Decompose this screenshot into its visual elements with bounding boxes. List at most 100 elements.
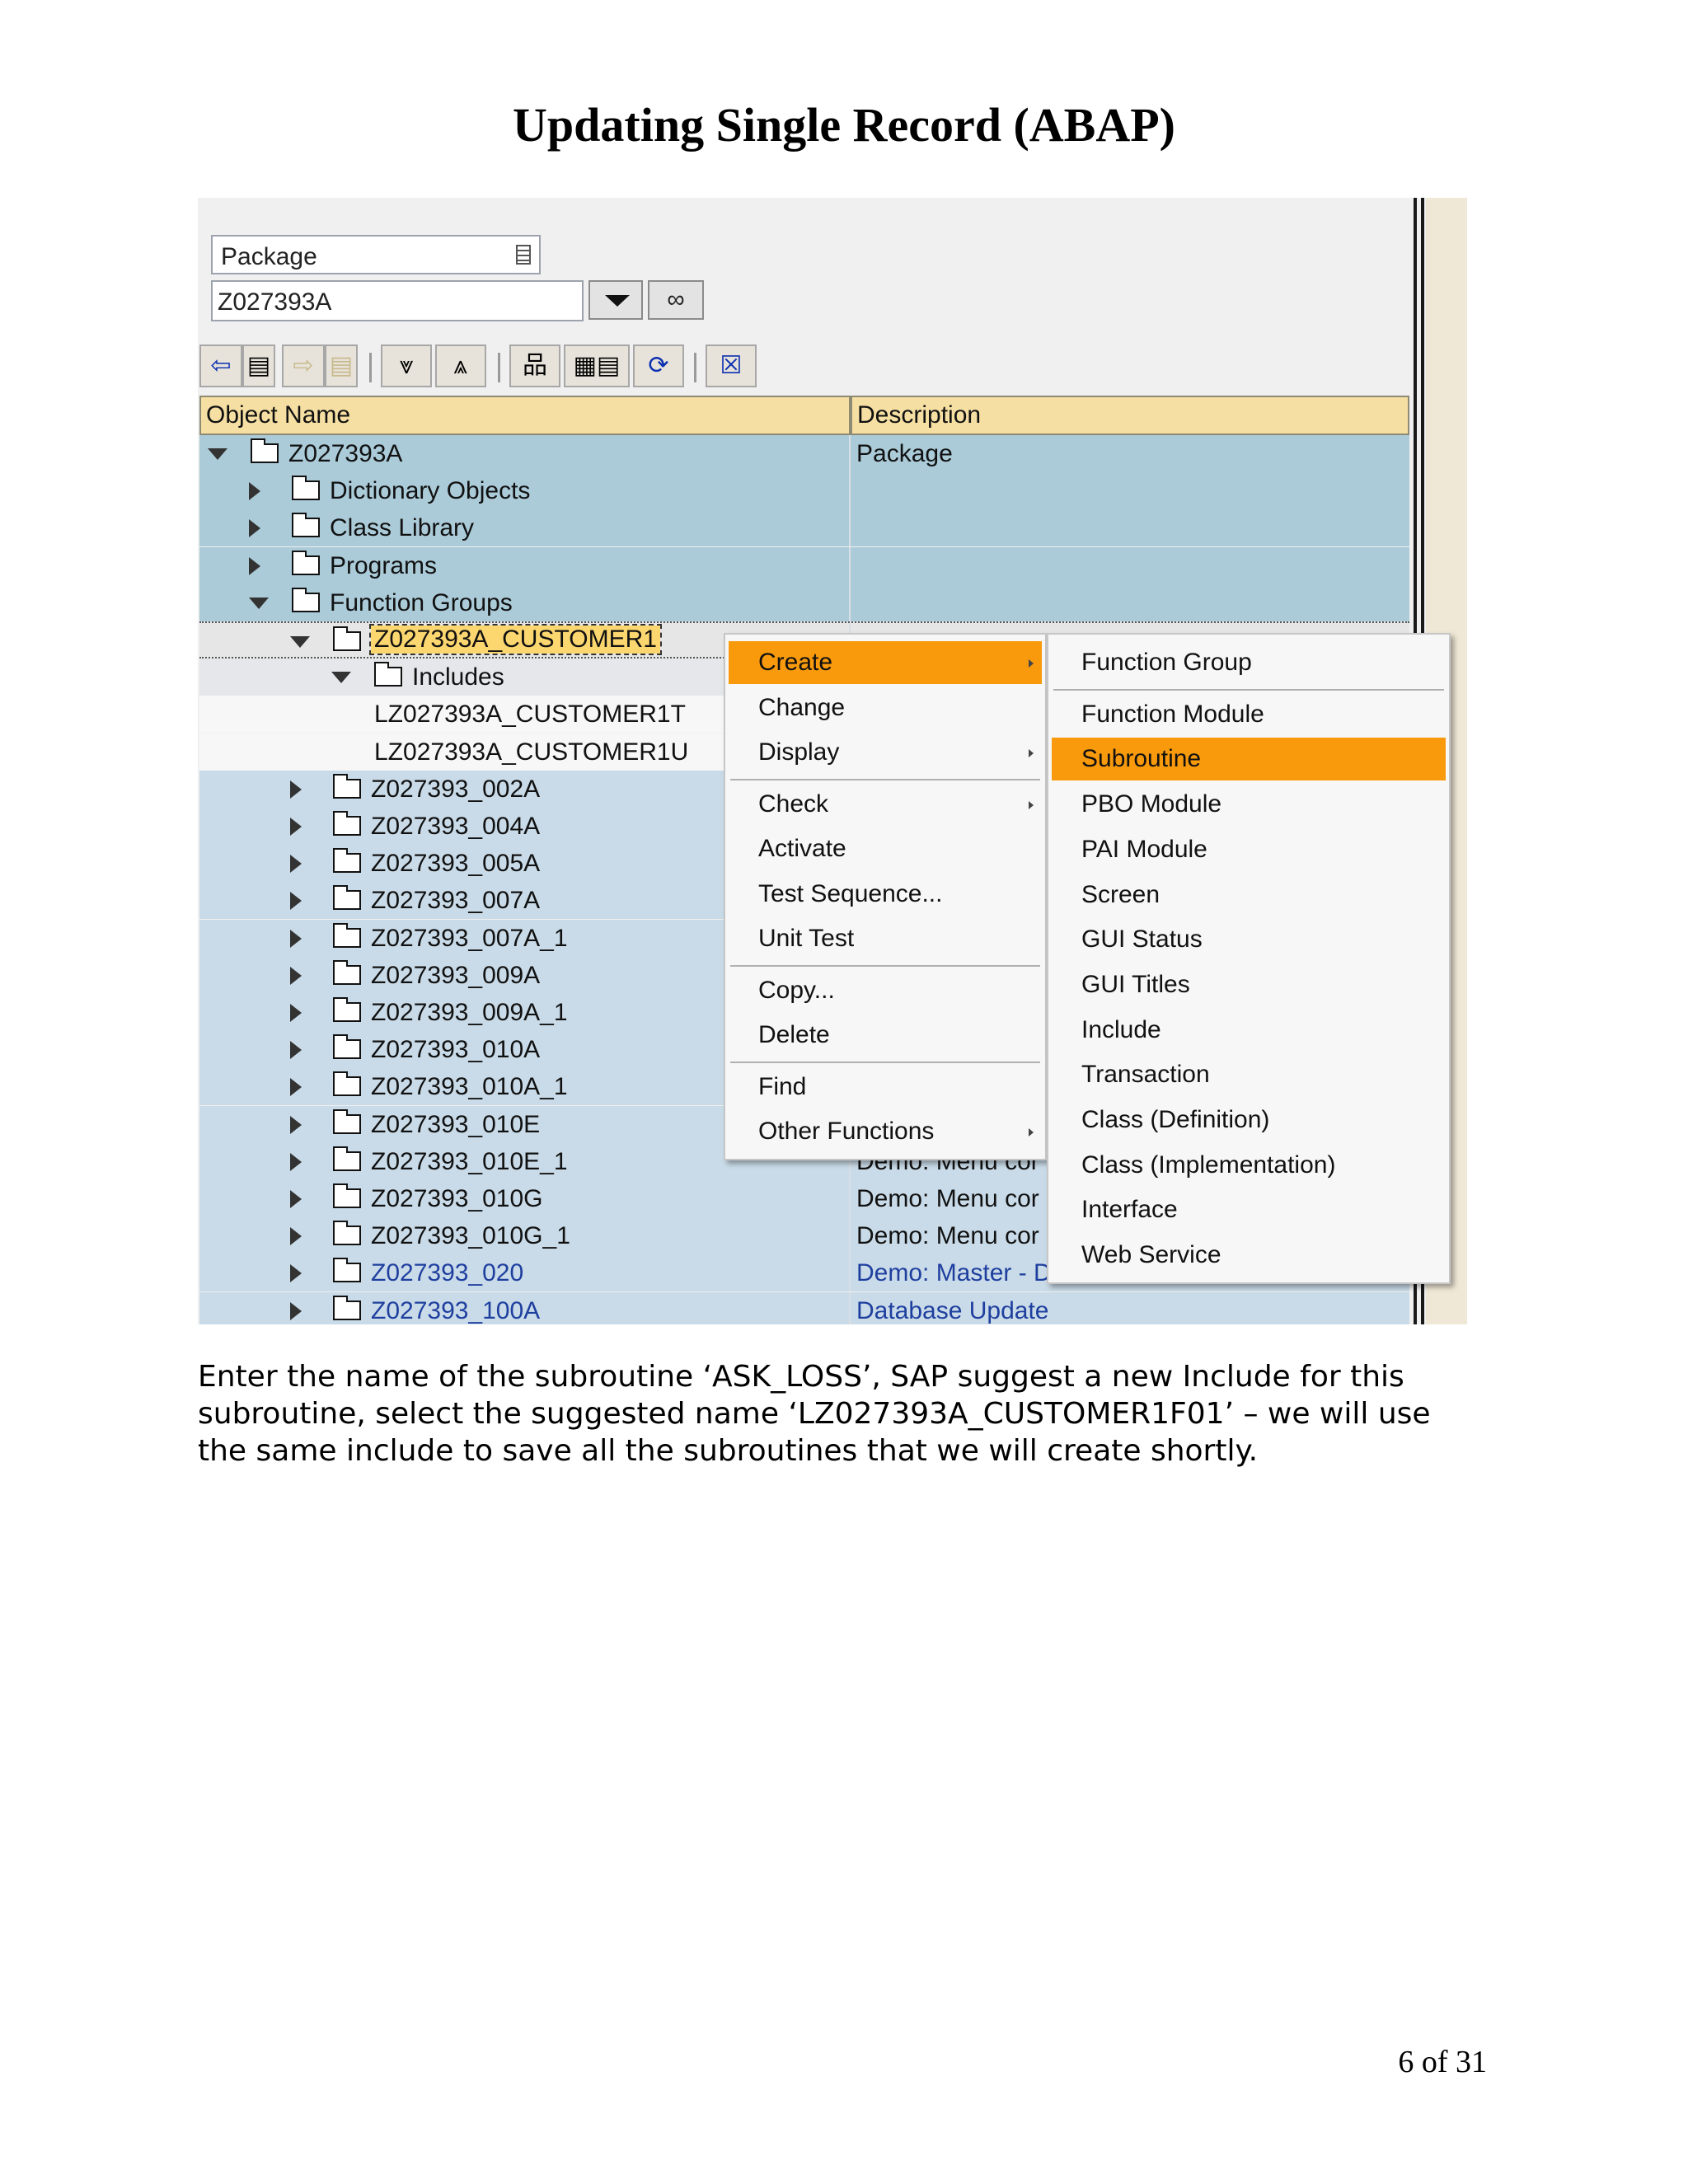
tree-row[interactable]: Z027393A Package: [199, 435, 1409, 472]
collapsed-node-icon[interactable]: [290, 855, 302, 874]
menu-item-delete[interactable]: Delete: [729, 1014, 1042, 1057]
tree-node-label[interactable]: Z027393_020: [371, 1259, 523, 1287]
collapsed-node-icon[interactable]: [290, 966, 302, 985]
tree-node-label[interactable]: Z027393_010G: [371, 1185, 543, 1213]
menu-item-gui-status[interactable]: GUI Status: [1052, 918, 1446, 961]
folder-icon: [333, 1108, 361, 1134]
column-header-object-name[interactable]: Object Name: [199, 396, 851, 435]
menu-item-function-group[interactable]: Function Group: [1052, 641, 1446, 684]
menu-item-function-module[interactable]: Function Module: [1052, 693, 1446, 736]
tree-node-label[interactable]: Z027393_005A: [371, 850, 540, 878]
menu-item-activate[interactable]: Activate: [729, 827, 1042, 870]
menu-item-unit-test[interactable]: Unit Test: [729, 917, 1042, 960]
tree-node-label[interactable]: Z027393_002A: [371, 776, 540, 804]
collapsed-node-icon[interactable]: [290, 818, 302, 836]
close-icon[interactable]: ☒: [706, 344, 757, 387]
display-glasses-button[interactable]: ∞: [648, 280, 704, 320]
tree-row[interactable]: Function Groups: [199, 583, 1409, 621]
submenu-arrow-icon: [1029, 1128, 1034, 1137]
tree-node-description: Package: [856, 440, 953, 467]
tree-node-label[interactable]: Z027393_009A: [371, 962, 540, 990]
collapsed-node-icon[interactable]: [290, 1190, 302, 1208]
folder-icon: [333, 1183, 361, 1208]
collapsed-node-icon[interactable]: [290, 1227, 302, 1246]
tree-node-label[interactable]: Z027393_010E_1: [371, 1148, 568, 1176]
tree-row[interactable]: Dictionary Objects: [199, 472, 1409, 510]
tree-node-label[interactable]: Dictionary Objects: [330, 477, 530, 505]
tree-node-label[interactable]: Z027393_007A_1: [371, 925, 568, 953]
menu-item-create[interactable]: Create: [729, 641, 1042, 684]
expanded-node-icon[interactable]: [208, 448, 227, 460]
refresh-icon[interactable]: ⟳: [633, 344, 684, 387]
expanded-node-icon[interactable]: [290, 636, 310, 648]
collapsed-node-icon[interactable]: [249, 519, 260, 538]
menu-item-pai-module[interactable]: PAI Module: [1052, 828, 1446, 871]
collapsed-node-icon[interactable]: [290, 929, 302, 948]
menu-item-screen[interactable]: Screen: [1052, 874, 1446, 916]
expand-all-icon[interactable]: ⩔: [381, 344, 432, 387]
tree-node-label[interactable]: Z027393A: [288, 440, 402, 468]
menu-item-copy[interactable]: Copy...: [729, 969, 1042, 1012]
tree-node-label[interactable]: Includes: [412, 663, 504, 691]
tree-node-label[interactable]: LZ027393A_CUSTOMER1T: [374, 701, 686, 729]
back-icon[interactable]: ⇦: [199, 344, 242, 387]
collapsed-node-icon[interactable]: [290, 1041, 302, 1060]
menu-item-find[interactable]: Find: [729, 1066, 1042, 1108]
column-header-description[interactable]: Description: [851, 396, 1409, 435]
tree-row[interactable]: Z027393_100A Database Update: [199, 1291, 1409, 1324]
menu-item-test-sequence[interactable]: Test Sequence...: [729, 873, 1042, 916]
display-object-list-icon[interactable]: ▦▤: [564, 344, 630, 387]
tree-node-label[interactable]: Z027393_010E: [371, 1111, 540, 1139]
menu-item-class-definition[interactable]: Class (Definition): [1052, 1099, 1446, 1141]
menu-item-include[interactable]: Include: [1052, 1009, 1446, 1052]
menu-item-label: Subroutine: [1081, 745, 1202, 773]
tree-node-label[interactable]: LZ027393A_CUSTOMER1U: [374, 738, 688, 766]
collapsed-node-icon[interactable]: [249, 556, 260, 575]
collapsed-node-icon[interactable]: [290, 1004, 302, 1022]
menu-item-interface[interactable]: Interface: [1052, 1188, 1446, 1231]
menu-item-subroutine[interactable]: Subroutine: [1052, 738, 1446, 781]
forward-list-icon[interactable]: ▤: [325, 344, 358, 387]
hierarchy-icon[interactable]: 品: [509, 344, 560, 387]
menu-item-label: Class (Implementation): [1081, 1151, 1336, 1179]
expanded-node-icon[interactable]: [331, 672, 351, 684]
dropdown-button[interactable]: [588, 280, 643, 320]
tree-node-label[interactable]: Programs: [330, 552, 437, 580]
menu-item-class-implementation[interactable]: Class (Implementation): [1052, 1144, 1446, 1187]
menu-item-transaction[interactable]: Transaction: [1052, 1053, 1446, 1096]
tree-node-label[interactable]: Z027393_007A: [371, 887, 540, 915]
menu-item-change[interactable]: Change: [729, 687, 1042, 729]
tree-node-label[interactable]: Class Library: [330, 514, 474, 542]
package-input[interactable]: Z027393A: [211, 280, 584, 321]
menu-item-web-service[interactable]: Web Service: [1052, 1234, 1446, 1277]
collapsed-node-icon[interactable]: [290, 1301, 302, 1320]
tree-node-label[interactable]: Z027393_010A: [371, 1036, 540, 1064]
collapsed-node-icon[interactable]: [249, 482, 260, 501]
collapsed-node-icon[interactable]: [290, 1152, 302, 1171]
tree-node-label[interactable]: Z027393_100A: [371, 1297, 540, 1324]
tree-row[interactable]: Programs: [199, 546, 1409, 584]
collapsed-node-icon[interactable]: [290, 892, 302, 911]
menu-item-display[interactable]: Display: [729, 731, 1042, 774]
back-list-icon[interactable]: ▤: [242, 344, 275, 387]
menu-item-other-functions[interactable]: Other Functions: [729, 1110, 1042, 1153]
collapsed-node-icon[interactable]: [290, 780, 302, 799]
folder-icon: [333, 626, 361, 651]
tree-node-label[interactable]: Z027393_004A: [371, 813, 540, 841]
tree-node-label[interactable]: Function Groups: [330, 589, 513, 617]
expanded-node-icon[interactable]: [249, 597, 269, 609]
tree-row[interactable]: Class Library: [199, 509, 1409, 547]
object-type-select[interactable]: Package: [211, 235, 541, 274]
menu-item-check[interactable]: Check: [729, 783, 1042, 826]
tree-node-label[interactable]: Z027393_010G_1: [371, 1222, 570, 1250]
menu-item-pbo-module[interactable]: PBO Module: [1052, 783, 1446, 826]
collapsed-node-icon[interactable]: [290, 1115, 302, 1134]
tree-node-label[interactable]: Z027393_009A_1: [371, 999, 568, 1027]
forward-icon[interactable]: ⇨: [282, 344, 325, 387]
menu-item-gui-titles[interactable]: GUI Titles: [1052, 963, 1446, 1006]
collapsed-node-icon[interactable]: [290, 1264, 302, 1283]
tree-node-label[interactable]: Z027393_010A_1: [371, 1073, 568, 1101]
collapsed-node-icon[interactable]: [290, 1078, 302, 1097]
tree-node-label[interactable]: Z027393A_CUSTOMER1: [369, 624, 662, 655]
collapse-all-icon[interactable]: ⩓: [435, 344, 486, 387]
